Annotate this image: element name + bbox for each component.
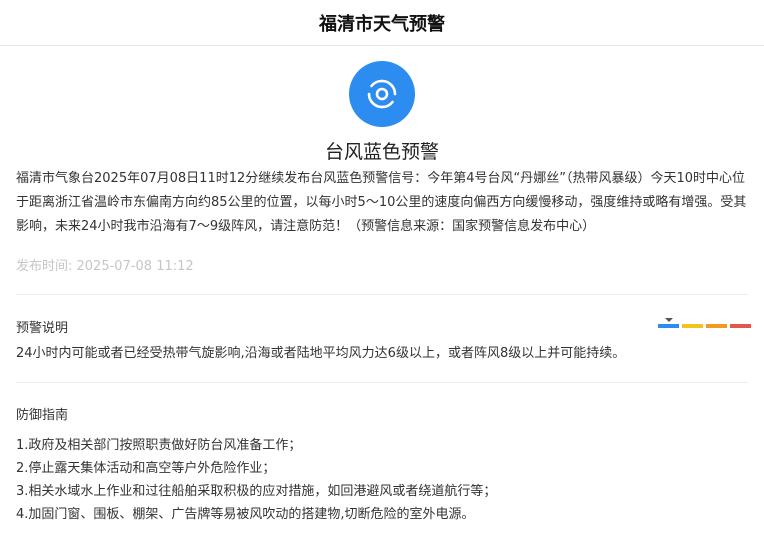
- level-red: [730, 324, 751, 328]
- publish-time: 发布时间: 2025-07-08 11:12: [16, 259, 194, 274]
- level-orange: [706, 324, 727, 328]
- guide-list: 1.政府及相关部门按照职责做好防台风准备工作； 2.停止露天集体活动和高空等户外…: [16, 434, 748, 526]
- page-title: 福清市天气预警: [319, 13, 445, 35]
- guide-title: 防御指南: [16, 408, 69, 423]
- page-header: 福清市天气预警: [0, 0, 764, 46]
- alert-description: 福清市气象台2025年07月08日11时12分继续发布台风蓝色预警信号：今年第4…: [16, 171, 747, 234]
- current-level-marker: [665, 318, 673, 322]
- explanation-title: 预警说明: [16, 321, 69, 336]
- typhoon-glyph: [367, 79, 397, 109]
- guide-item: 2.停止露天集体活动和高空等户外危险作业；: [16, 461, 276, 476]
- guide-item: 3.相关水域水上作业和过往船舶采取积极的应对措施，如回港避风或者绕道航行等；: [16, 484, 497, 499]
- guide-item: 4.加固门窗、围板、棚架、广告牌等易被风吹动的搭建物,切断危险的室外电源。: [16, 507, 475, 522]
- level-blue: [658, 324, 679, 328]
- guide-item: 1.政府及相关部门按照职责做好防台风准备工作；: [16, 438, 302, 453]
- section-divider: [16, 294, 748, 295]
- section-divider: [16, 382, 748, 383]
- typhoon-icon: [349, 61, 415, 127]
- level-yellow: [682, 324, 703, 328]
- explanation-text: 24小时内可能或者已经受热带气旋影响,沿海或者陆地平均风力达6级以上，或者阵风8…: [16, 346, 626, 361]
- warning-level-scale: [658, 318, 754, 328]
- alert-title: 台风蓝色预警: [324, 141, 439, 163]
